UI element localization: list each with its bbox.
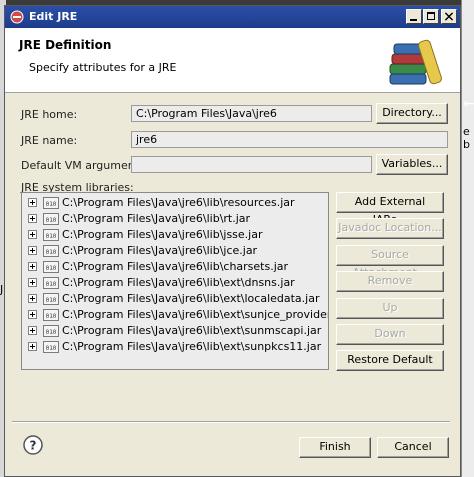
jar-file-icon: 010: [43, 261, 59, 273]
library-books-icon: [389, 39, 442, 85]
jar-file-icon: 010: [43, 341, 59, 353]
svg-text:010: 010: [46, 217, 57, 224]
expand-icon[interactable]: [28, 246, 37, 255]
library-path: C:\Program Files\Java\jre6\lib\ext\sunms…: [62, 324, 322, 337]
expand-icon[interactable]: [28, 278, 37, 287]
header-description: Specify attributes for a JRE: [29, 61, 177, 74]
library-row[interactable]: 010 C:\Program Files\Java\jre6\lib\ext\su…: [22, 339, 328, 355]
library-path: C:\Program Files\Java\jre6\lib\ext\sunpk…: [62, 340, 322, 353]
window-title: Edit JRE: [29, 10, 78, 23]
library-path: C:\Program Files\Java\jre6\lib\ext\dnsns…: [62, 276, 295, 289]
library-row[interactable]: 010 C:\Program Files\Java\jre6\lib\ext\lo…: [22, 291, 328, 307]
library-row[interactable]: 010 C:\Program Files\Java\jre6\lib\ext\su…: [22, 323, 328, 339]
jre-home-field[interactable]: C:\Program Files\Java\jre6: [131, 105, 372, 122]
library-path: C:\Program Files\Java\jre6\lib\resources…: [62, 196, 295, 209]
svg-text:010: 010: [46, 281, 57, 288]
expand-icon[interactable]: [28, 310, 37, 319]
expand-icon[interactable]: [28, 294, 37, 303]
svg-text:010: 010: [46, 233, 57, 240]
background-window-right: [461, 0, 474, 477]
library-row[interactable]: 010 C:\Program Files\Java\jre6\lib\rt.jar: [22, 211, 328, 227]
background-right-fragment-text: e b: [463, 125, 470, 151]
jar-file-icon: 010: [43, 293, 59, 305]
jre-name-field[interactable]: jre6: [131, 131, 448, 148]
expand-icon[interactable]: [28, 342, 37, 351]
jre-name-label: JRE name:: [21, 134, 78, 147]
library-tree[interactable]: 010 C:\Program Files\Java\jre6\lib\resour…: [21, 192, 329, 370]
vm-arguments-label: Default VM arguments:: [21, 159, 149, 172]
svg-text:010: 010: [46, 297, 57, 304]
maximize-button[interactable]: [423, 9, 439, 24]
jre-home-label: JRE home:: [21, 108, 78, 121]
library-row[interactable]: 010 C:\Program Files\Java\jre6\lib\resour…: [22, 195, 328, 211]
svg-text:010: 010: [46, 345, 57, 352]
finish-button[interactable]: Finish: [299, 437, 371, 458]
variables-button[interactable]: Variables...: [376, 154, 448, 175]
directory-button[interactable]: Directory...: [376, 103, 448, 124]
background-back-arrow-icon: ←: [463, 96, 474, 112]
expand-icon[interactable]: [28, 262, 37, 271]
library-row[interactable]: 010 C:\Program Files\Java\jre6\lib\ext\dn…: [22, 275, 328, 291]
java-app-icon: [10, 10, 24, 24]
library-path: C:\Program Files\Java\jre6\lib\rt.jar: [62, 212, 251, 225]
add-external-jars-button[interactable]: Add External JARs...: [336, 192, 444, 226]
jar-file-icon: 010: [43, 213, 59, 225]
jar-file-icon: 010: [43, 245, 59, 257]
dialog-header: JRE Definition Specify attributes for a …: [5, 28, 460, 93]
footer-separator: [12, 421, 450, 423]
expand-icon[interactable]: [28, 230, 37, 239]
close-icon: [444, 12, 454, 21]
remove-button[interactable]: Remove: [336, 271, 444, 292]
jar-file-icon: 010: [43, 325, 59, 337]
library-row[interactable]: 010 C:\Program Files\Java\jre6\lib\jce.ja…: [22, 243, 328, 259]
svg-text:010: 010: [46, 265, 57, 272]
javadoc-location-button[interactable]: Javadoc Location...: [336, 218, 444, 239]
svg-text:010: 010: [46, 201, 57, 208]
library-row[interactable]: 010 C:\Program Files\Java\jre6\lib\jsse.j…: [22, 227, 328, 243]
help-icon[interactable]: ?: [22, 434, 44, 456]
library-row[interactable]: 010 C:\Program Files\Java\jre6\lib\charse…: [22, 259, 328, 275]
library-path: C:\Program Files\Java\jre6\lib\charsets.…: [62, 260, 289, 273]
close-button[interactable]: [441, 9, 457, 24]
expand-icon[interactable]: [28, 326, 37, 335]
expand-icon[interactable]: [28, 214, 37, 223]
library-row[interactable]: 010 C:\Program Files\Java\jre6\lib\ext\su…: [22, 307, 328, 323]
title-bar: Edit JRE: [5, 6, 460, 28]
jar-file-icon: 010: [43, 277, 59, 289]
svg-text:010: 010: [46, 313, 57, 320]
minimize-icon: [410, 19, 417, 21]
maximize-icon: [427, 12, 435, 20]
library-path: C:\Program Files\Java\jre6\lib\jsse.jar: [62, 228, 263, 241]
vm-arguments-field[interactable]: [131, 156, 372, 173]
minimize-button[interactable]: [406, 9, 422, 24]
expand-icon[interactable]: [28, 198, 37, 207]
source-attachment-button[interactable]: Source Attachment...: [336, 245, 444, 279]
svg-text:?: ?: [30, 439, 37, 453]
library-path: C:\Program Files\Java\jre6\lib\ext\sunjc…: [62, 308, 329, 321]
library-path: C:\Program Files\Java\jre6\lib\jce.jar: [62, 244, 258, 257]
svg-text:010: 010: [46, 249, 57, 256]
up-button[interactable]: Up: [336, 298, 444, 319]
header-title: JRE Definition: [19, 38, 112, 52]
jar-file-icon: 010: [43, 229, 59, 241]
jar-file-icon: 010: [43, 309, 59, 321]
svg-text:010: 010: [46, 329, 57, 336]
library-path: C:\Program Files\Java\jre6\lib\ext\local…: [62, 292, 320, 305]
down-button[interactable]: Down: [336, 324, 444, 345]
jar-file-icon: 010: [43, 197, 59, 209]
cancel-button[interactable]: Cancel: [377, 437, 449, 458]
restore-default-button[interactable]: Restore Default: [336, 350, 444, 371]
